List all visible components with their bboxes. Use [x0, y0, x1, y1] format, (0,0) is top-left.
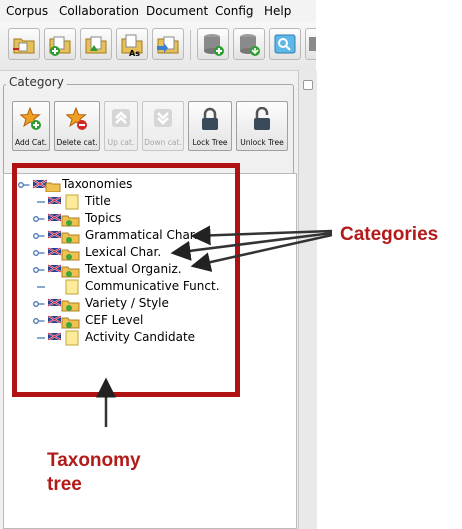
taxonomy-highlight-box [12, 163, 240, 397]
right-panel-divider[interactable] [298, 70, 317, 529]
up-category-button[interactable]: Up cat. [104, 101, 138, 151]
star-add-icon [20, 107, 41, 130]
chevron-up-icon [112, 109, 130, 127]
import-document-icon [157, 36, 179, 54]
delete-category-button[interactable]: Delete cat. [54, 101, 100, 151]
save-as-icon: As [121, 34, 143, 58]
unlock-tree-button[interactable]: Unlock Tree [236, 101, 288, 151]
database-add-icon [204, 34, 224, 56]
menu-collaboration[interactable]: Collaboration [59, 4, 139, 18]
add-document-icon [49, 36, 71, 56]
delete-category-label: Delete cat. [56, 138, 98, 147]
add-category-label: Add Cat. [14, 138, 48, 147]
add-document-button[interactable] [44, 28, 76, 60]
add-category-button[interactable]: Add Cat. [12, 101, 50, 151]
up-category-label: Up cat. [107, 138, 135, 147]
lock-open-icon [254, 107, 270, 130]
lock-closed-icon [202, 107, 218, 130]
database-icon [309, 37, 316, 51]
svg-text:As: As [129, 49, 140, 58]
save-as-button[interactable]: As [116, 28, 148, 60]
database-download-button[interactable] [233, 28, 265, 60]
unlock-tree-label: Unlock Tree [240, 138, 284, 147]
star-remove-icon [66, 107, 87, 130]
toolbar-separator [190, 30, 191, 60]
categories-callout: Categories [340, 224, 439, 245]
export-document-icon [85, 36, 107, 54]
lock-tree-button[interactable]: Lock Tree [188, 101, 232, 151]
category-group-legend: Category [6, 75, 67, 89]
open-folder-icon [13, 38, 35, 54]
menu-config[interactable]: Config [215, 4, 254, 18]
database-add-button[interactable] [197, 28, 229, 60]
open-corpus-button[interactable] [8, 28, 40, 60]
import-document-button[interactable] [152, 28, 184, 60]
down-category-label: Down cat. [144, 138, 182, 147]
image-view-icon [274, 34, 296, 54]
main-toolbar: As [0, 22, 316, 71]
menu-help[interactable]: Help [264, 4, 291, 18]
export-document-button[interactable] [80, 28, 112, 60]
database-button[interactable] [305, 28, 316, 60]
down-category-button[interactable]: Down cat. [142, 101, 184, 151]
database-download-icon [240, 34, 260, 56]
menu-bar: Corpus Collaboration Document Config Hel… [0, 0, 316, 23]
menu-document[interactable]: Document [146, 4, 208, 18]
taxonomy-callout-line1: Taxonomy [47, 450, 141, 471]
taxonomy-callout-line2: tree [47, 474, 82, 495]
chevron-down-icon [154, 109, 172, 127]
right-panel-tab[interactable] [303, 80, 313, 90]
image-view-button[interactable] [269, 28, 301, 60]
menu-corpus[interactable]: Corpus [6, 4, 48, 18]
lock-tree-label: Lock Tree [192, 138, 228, 147]
